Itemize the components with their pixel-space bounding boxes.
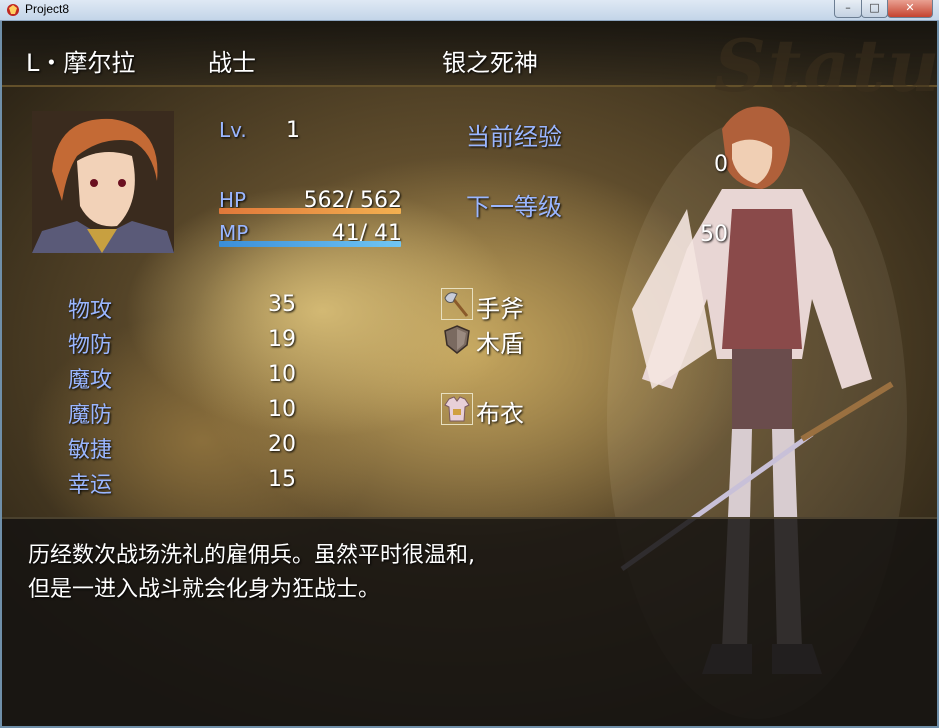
window-frame: Project8 – □ ✕ Status L・摩尔拉 战士 银之死神 [0, 0, 939, 728]
equip-armor-name: 布衣 [476, 400, 524, 428]
app-icon [7, 4, 19, 16]
param-label-patk: 物攻 [68, 298, 113, 323]
param-value-patk: 35 [268, 292, 296, 317]
close-button[interactable]: ✕ [887, 0, 933, 18]
shield-icon [444, 325, 470, 354]
actor-name: L・摩尔拉 [26, 49, 136, 77]
next-level-label: 下一等级 [466, 193, 562, 221]
axe-icon [441, 288, 473, 320]
param-value-matk: 10 [268, 362, 296, 387]
param-label-pdef: 物防 [68, 333, 113, 358]
current-exp-value: 0 [714, 152, 728, 177]
description-line-1: 历经数次战场洗礼的雇佣兵。虽然平时很温和, [28, 543, 475, 568]
param-label-mdef: 魔防 [68, 403, 113, 428]
level-value: 1 [286, 118, 300, 143]
level-label: Lv. [219, 118, 247, 142]
current-exp-label: 当前经验 [466, 123, 562, 151]
equip-weapon-name: 手斧 [476, 295, 524, 323]
param-label-luk: 幸运 [68, 473, 113, 498]
titlebar[interactable]: Project8 – □ ✕ [0, 0, 939, 21]
maximize-button[interactable]: □ [861, 0, 888, 18]
minimize-button[interactable]: – [834, 0, 862, 18]
equip-shield-name: 木盾 [476, 330, 524, 358]
description-band: 历经数次战场洗礼的雇佣兵。虽然平时很温和, 但是一进入战斗就会化身为狂战士。 [2, 517, 937, 726]
hp-gauge [219, 208, 401, 214]
param-value-luk: 15 [268, 467, 296, 492]
actor-class: 战士 [208, 49, 256, 77]
actor-face-portrait [32, 111, 174, 253]
param-label-matk: 魔攻 [68, 368, 113, 393]
status-screen: Status L・摩尔拉 战士 银之死神 [2, 21, 937, 726]
window-title: Project8 [25, 2, 70, 16]
param-label-agi: 敏捷 [68, 438, 113, 463]
description-line-2: 但是一进入战斗就会化身为狂战士。 [28, 577, 381, 602]
actor-nickname: 银之死神 [442, 49, 538, 77]
face-graphic [32, 111, 174, 253]
param-value-agi: 20 [268, 432, 296, 457]
armor-icon [441, 393, 473, 425]
next-level-value: 50 [700, 222, 728, 247]
param-value-mdef: 10 [268, 397, 296, 422]
mp-gauge [219, 241, 401, 247]
param-value-pdef: 19 [268, 327, 296, 352]
